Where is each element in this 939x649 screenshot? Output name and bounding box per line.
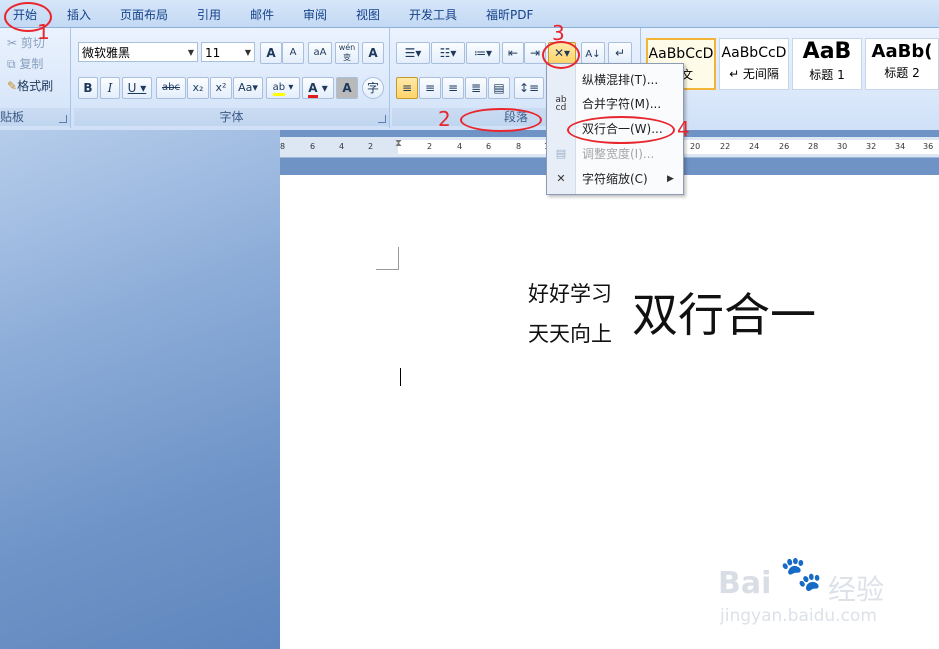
line-spacing-button[interactable]: ↕≡ [514, 77, 544, 99]
sort-icon: A↓ [585, 49, 601, 60]
enclose-characters-button[interactable]: 字 [362, 77, 384, 99]
character-border-button[interactable]: A [362, 42, 384, 64]
clear-format-button[interactable]: aA [308, 42, 332, 64]
copy-button[interactable]: ⧉ 复制 [6, 53, 68, 75]
style-heading-2[interactable]: AaBb( 标题 2 [865, 38, 939, 90]
align-left-icon: ≡ [401, 81, 413, 95]
combine-characters-icon: ab cd [555, 95, 567, 113]
tab-view[interactable]: 视图 [356, 6, 380, 23]
multilevel-list-icon: ≔ [473, 46, 486, 60]
submenu-arrow-icon: ▶ [667, 174, 674, 184]
font-size-combo[interactable]: 11 ▼ [201, 42, 255, 62]
baidu-watermark: Bai 🐾 经验 jingyan.baidu.com [700, 554, 920, 640]
chevron-down-icon[interactable]: ▼ [242, 43, 254, 61]
align-right-icon: ≡ [447, 81, 459, 95]
copy-icon: ⧉ [7, 57, 16, 71]
large-text: 双行合一 [632, 288, 816, 342]
watermark-brand: Bai [718, 566, 772, 601]
style-heading-1[interactable]: AaB 标题 1 [792, 38, 862, 90]
subscript-button[interactable]: x₂ [187, 77, 209, 99]
shrink-font-button[interactable]: A [282, 42, 304, 64]
justify-button[interactable]: ≣ [465, 77, 487, 99]
tab-insert[interactable]: 插入 [67, 6, 91, 23]
numbered-list-icon: ☷ [439, 46, 451, 60]
menu-item-vertical-horizontal[interactable]: 纵横混排(T)... [547, 68, 683, 92]
tab-foxit-pdf[interactable]: 福昕PDF [486, 6, 533, 23]
annotation-ring-two-lines-in-one [567, 116, 675, 144]
font-group-label: 字体 [74, 108, 389, 126]
font-name-combo[interactable]: 微软雅黑 ▼ [78, 42, 198, 62]
scissors-icon: ✂ [7, 36, 18, 50]
decrease-indent-icon: ⇤ [507, 46, 519, 60]
font-launcher-icon[interactable] [378, 115, 386, 123]
annotation-ring-paragraph [460, 108, 542, 132]
watermark-url: jingyan.baidu.com [720, 606, 877, 626]
annotation-ring-asian-layout [542, 41, 580, 69]
annotation-number-4: 4 [677, 117, 690, 141]
font-color-button[interactable]: A ▾ [302, 77, 334, 99]
annotation-number-1: 1 [37, 20, 50, 44]
italic-button[interactable]: I [100, 77, 120, 99]
sort-button[interactable]: A↓ [581, 42, 605, 64]
menu-item-character-scaling[interactable]: ✕ 字符缩放(C) ▶ [547, 167, 683, 191]
ribbon-tab-bar: 开始 插入 页面布局 引用 邮件 审阅 视图 开发工具 福昕PDF [0, 0, 939, 28]
numbering-button[interactable]: ☷▾ [431, 42, 465, 64]
menu-item-fit-text[interactable]: ▤ 调整宽度(I)... [547, 142, 683, 166]
align-left-button[interactable]: ≡ [396, 77, 418, 99]
annotation-number-2: 2 [438, 107, 451, 131]
text-cursor [400, 368, 401, 386]
superscript-button[interactable]: x² [210, 77, 232, 99]
underline-button[interactable]: U ▾ [122, 77, 152, 99]
distribute-icon: ▤ [493, 81, 505, 95]
vertical-horizontal-icon [552, 72, 570, 88]
annotation-number-3: 3 [552, 21, 565, 45]
change-case-button[interactable]: Aa▾ [233, 77, 263, 99]
align-center-button[interactable]: ≡ [419, 77, 441, 99]
style-no-spacing[interactable]: AaBbCcD ↵ 无间隔 [719, 38, 789, 90]
text-highlight-button[interactable]: ab ▾ [266, 77, 300, 99]
distributed-button[interactable]: ▤ [488, 77, 510, 99]
clipboard-launcher-icon[interactable] [59, 115, 67, 123]
bullets-button[interactable]: ☰▾ [396, 42, 430, 64]
margin-corner-mark [376, 247, 399, 270]
styles-group: AaBbCcD 正文 AaBbCcD ↵ 无间隔 AaB 标题 1 AaBb( … [643, 28, 939, 128]
pilcrow-icon: ↵ [614, 46, 626, 60]
character-scaling-icon: ✕ [556, 172, 566, 185]
multilevel-list-button[interactable]: ≔▾ [466, 42, 500, 64]
paintbrush-icon: ✎ [7, 79, 18, 93]
strikethrough-button[interactable]: abc [156, 77, 186, 99]
indent-marker-icon[interactable]: ⧗ [395, 138, 402, 149]
phonetic-guide-button[interactable]: wén 变 [335, 42, 359, 64]
tab-references[interactable]: 引用 [197, 6, 221, 23]
clipboard-group: ✂ 剪切 ⧉ 复制 ✎格式刷 贴板 [0, 28, 71, 128]
tab-review[interactable]: 审阅 [303, 6, 327, 23]
fit-text-icon: ▤ [555, 147, 567, 160]
tab-mailings[interactable]: 邮件 [250, 6, 274, 23]
tab-page-layout[interactable]: 页面布局 [120, 6, 168, 23]
chevron-down-icon[interactable]: ▼ [185, 43, 197, 61]
combined-line-bottom: 天天向上 [528, 322, 612, 346]
increase-indent-icon: ⇥ [529, 46, 541, 60]
align-right-button[interactable]: ≡ [442, 77, 464, 99]
line-spacing-icon: ↕≡ [518, 81, 540, 95]
character-shading-button[interactable]: A [336, 77, 358, 99]
combined-line-top: 好好学习 [528, 282, 612, 306]
justify-icon: ≣ [470, 81, 482, 95]
show-marks-button[interactable]: ↵ [608, 42, 632, 64]
format-painter-button[interactable]: ✎格式刷 [6, 75, 70, 97]
menu-item-combine-characters[interactable]: ab cd 合并字符(M)... [547, 92, 683, 116]
grow-font-button[interactable]: A [260, 42, 282, 64]
paw-icon: 🐾 [780, 554, 823, 594]
decrease-indent-button[interactable]: ⇤ [502, 42, 524, 64]
watermark-brand-2: 经验 [828, 573, 885, 606]
font-group: 微软雅黑 ▼ 11 ▼ A A aA wén 变 A B I U ▾ abc x₂ x… [74, 28, 390, 128]
align-center-icon: ≡ [424, 81, 436, 95]
workspace-background [0, 130, 280, 649]
bold-button[interactable]: B [78, 77, 98, 99]
bullet-list-icon: ☰ [404, 46, 416, 60]
tab-developer[interactable]: 开发工具 [409, 6, 457, 23]
